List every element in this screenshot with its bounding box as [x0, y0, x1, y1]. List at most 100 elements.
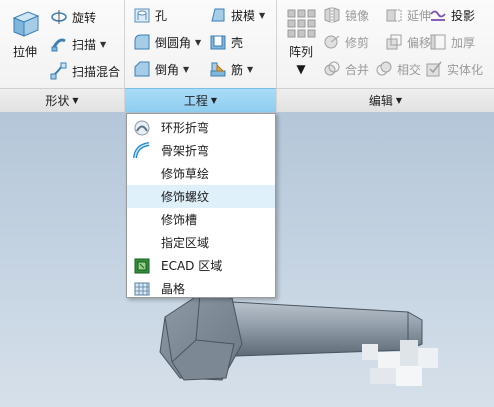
merge-button[interactable]: 合并 [323, 58, 369, 80]
swept-blend-label: 扫描混合 [72, 64, 121, 79]
revolve-icon [51, 10, 67, 24]
hole-icon [134, 8, 150, 23]
mirror-button[interactable]: 镜像 [323, 4, 369, 26]
menu-item-label: 晶格 [161, 282, 186, 296]
pixelated-watermark [396, 366, 422, 386]
spinal-bend-icon [133, 141, 150, 158]
menu-item-label: 修饰草绘 [161, 167, 210, 181]
trim-label: 修剪 [345, 35, 370, 50]
ribbon: 拉伸 旋转 扫描 ▼ 扫描混合 形状 ▼ 孔 拔模 ▼ 倒圆角 ▼ 壳 倒角 ▼… [0, 0, 494, 112]
sweep-icon [51, 38, 66, 52]
draft-button[interactable]: 拔模 ▼ [209, 4, 265, 26]
sweep-button[interactable]: 扫描 ▼ [50, 33, 106, 55]
trim-button[interactable]: 修剪 [323, 31, 369, 53]
menu-item-designate-area[interactable]: 指定区域 [127, 231, 275, 254]
shell-button[interactable]: 壳 [209, 31, 243, 53]
merge-icon [324, 61, 340, 76]
menu-item-toroidal-bend[interactable]: 环形折弯 [127, 116, 275, 139]
rib-dropdown-arrow[interactable]: ▼ [247, 65, 253, 74]
menu-item-label: 骨架折弯 [161, 144, 210, 158]
extrude-button[interactable]: 拉伸 [8, 6, 42, 60]
pattern-dropdown-arrow[interactable]: ▼ [296, 62, 305, 76]
solidify-button[interactable]: 实体化 [425, 58, 483, 80]
extrude-icon [12, 11, 40, 37]
extrude-label: 拉伸 [12, 45, 37, 59]
engineering-dropdown-menu: 环形折弯 骨架折弯 修饰草绘 修饰螺纹 修饰槽 指定区域 ECAD 区域 晶格 [126, 113, 276, 298]
menu-item-cosmetic-groove[interactable]: 修饰槽 [127, 208, 275, 231]
menu-item-label: 修饰螺纹 [161, 190, 210, 204]
shape-group: 拉伸 旋转 扫描 ▼ 扫描混合 形状 ▼ [0, 0, 124, 112]
blank-icon [133, 165, 151, 183]
project-button[interactable]: 投影 [429, 4, 475, 26]
draft-dropdown-arrow[interactable]: ▼ [259, 11, 265, 20]
engineering-group: 孔 拔模 ▼ 倒圆角 ▼ 壳 倒角 ▼ 筋 ▼ 工程 ▼ [124, 0, 277, 112]
pattern-button[interactable]: 阵列 ▼ [284, 6, 318, 76]
rib-label: 筋 [231, 62, 244, 77]
merge-label: 合并 [345, 62, 370, 77]
swept-blend-button[interactable]: 扫描混合 [50, 60, 120, 82]
swept-blend-icon [50, 62, 67, 80]
intersect-icon [376, 61, 392, 76]
engineering-group-label[interactable]: 工程 ▼ [125, 88, 276, 112]
extend-button[interactable]: 延伸 [385, 4, 431, 26]
rib-icon [210, 62, 226, 77]
mirror-icon [324, 7, 340, 23]
chevron-down-icon: ▼ [72, 96, 79, 105]
offset-button[interactable]: 偏移 [385, 31, 431, 53]
menu-item-ecad-area[interactable]: ECAD 区域 [127, 254, 275, 277]
draft-icon [211, 8, 225, 22]
hole-label: 孔 [155, 8, 168, 23]
extend-label: 延伸 [407, 8, 432, 23]
offset-label: 偏移 [407, 35, 432, 50]
pattern-label: 阵列 [288, 45, 313, 59]
blank-icon [133, 211, 151, 229]
intersect-button[interactable]: 相交 [375, 58, 421, 80]
draft-label: 拔模 [231, 8, 256, 23]
pixelated-watermark [362, 344, 378, 360]
shell-label: 壳 [231, 35, 244, 50]
rib-button[interactable]: 筋 ▼ [209, 58, 253, 80]
toroidal-bend-icon [134, 120, 150, 135]
shell-icon [210, 35, 226, 50]
pattern-icon [287, 9, 316, 38]
menu-item-cosmetic-thread[interactable]: 修饰螺纹 [127, 185, 275, 208]
sweep-dropdown-arrow[interactable]: ▼ [100, 40, 106, 49]
shape-group-label-text: 形状 [45, 94, 70, 108]
chamfer-label: 倒角 [155, 62, 180, 77]
edit-group-label-text: 编辑 [368, 94, 393, 108]
project-icon [430, 10, 446, 21]
thicken-label: 加厚 [451, 35, 476, 50]
thicken-button[interactable]: 加厚 [429, 31, 475, 53]
lattice-icon [134, 282, 150, 295]
solidify-icon [426, 61, 442, 77]
trim-icon [324, 35, 340, 49]
round-dropdown-arrow[interactable]: ▼ [195, 38, 201, 47]
revolve-button[interactable]: 旋转 [50, 6, 96, 28]
extend-icon [386, 9, 402, 22]
revolve-label: 旋转 [72, 10, 97, 25]
thicken-icon [430, 34, 446, 50]
sweep-label: 扫描 [72, 37, 97, 52]
chevron-down-icon: ▼ [210, 96, 218, 105]
shape-group-label[interactable]: 形状 ▼ [0, 88, 124, 112]
edit-group-label[interactable]: 编辑 ▼ [277, 88, 494, 112]
menu-item-cosmetic-sketch[interactable]: 修饰草绘 [127, 162, 275, 185]
pixelated-watermark [400, 340, 418, 366]
chamfer-icon [134, 61, 150, 77]
edit-group: 阵列 ▼ 镜像 延伸 投影 修剪 偏移 加厚 合并 相交 实体化 编辑 ▼ [277, 0, 494, 112]
hole-button[interactable]: 孔 [133, 4, 167, 26]
menu-item-lattice[interactable]: 晶格 [127, 277, 275, 300]
blank-icon [133, 188, 151, 206]
chamfer-dropdown-arrow[interactable]: ▼ [183, 65, 189, 74]
menu-item-label: 环形折弯 [161, 121, 210, 135]
chevron-down-icon: ▼ [395, 96, 403, 105]
round-label: 倒圆角 [155, 35, 192, 50]
project-label: 投影 [451, 8, 476, 23]
engineering-group-label-text: 工程 [183, 94, 208, 108]
round-icon [134, 34, 150, 50]
menu-item-label: 修饰槽 [161, 213, 198, 227]
menu-item-spinal-bend[interactable]: 骨架折弯 [127, 139, 275, 162]
round-button[interactable]: 倒圆角 ▼ [133, 31, 201, 53]
offset-icon [386, 34, 402, 50]
chamfer-button[interactable]: 倒角 ▼ [133, 58, 189, 80]
